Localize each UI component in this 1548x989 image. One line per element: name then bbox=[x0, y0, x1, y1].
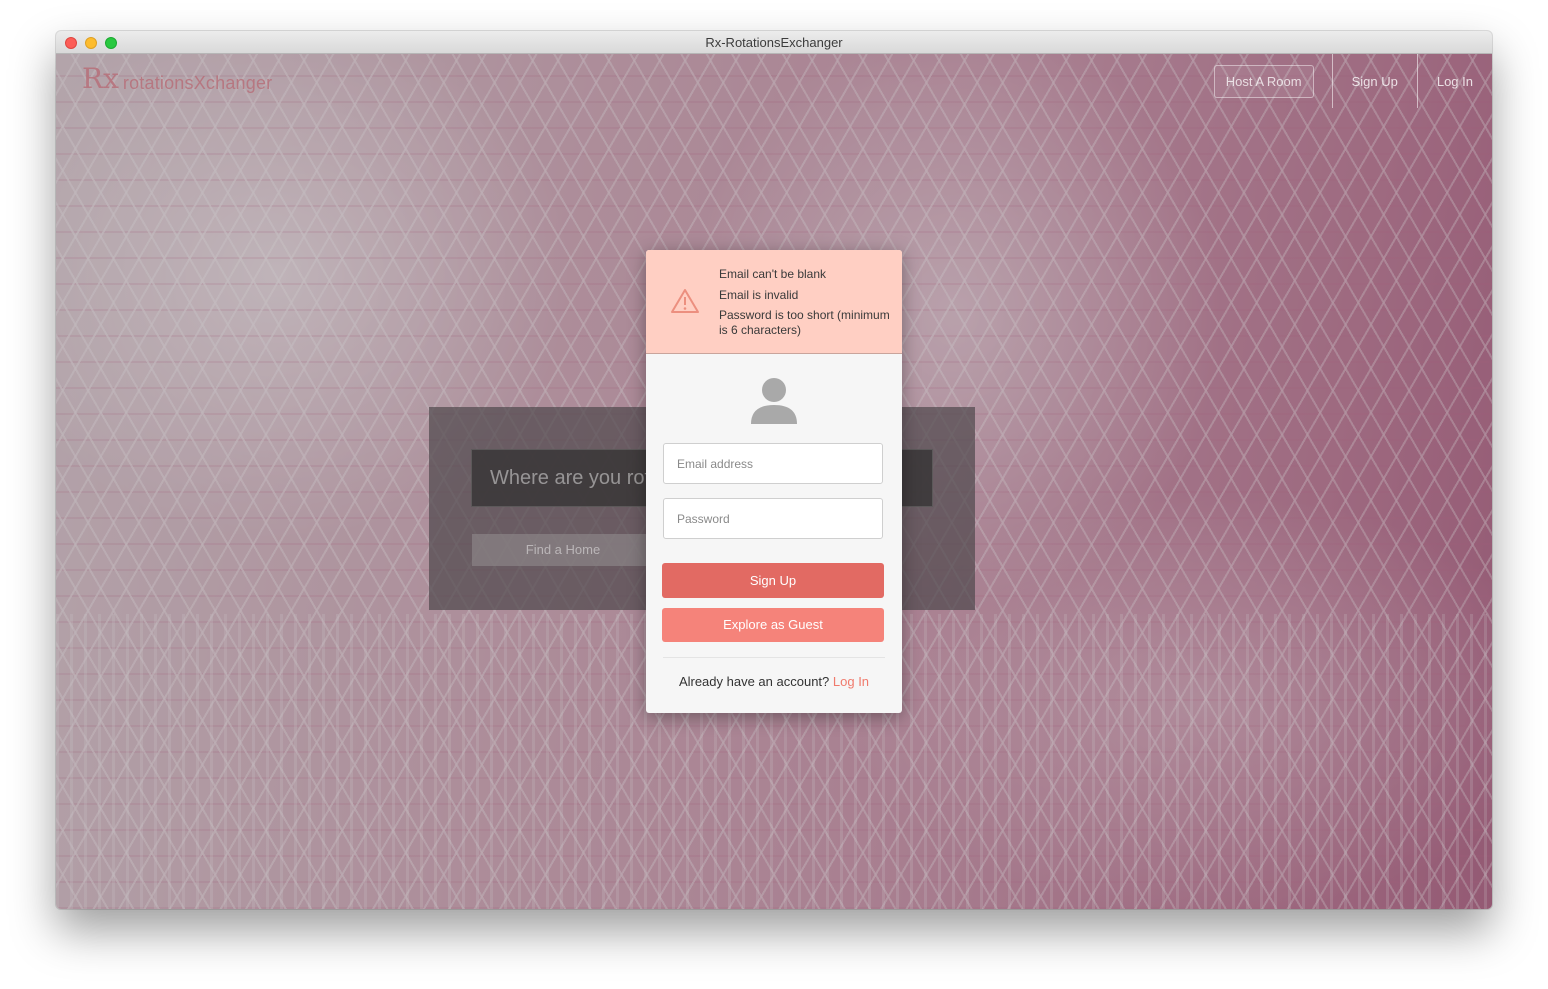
explore-as-guest-button[interactable]: Explore as Guest bbox=[662, 608, 884, 642]
error-message: Password is too short (minimum is 6 char… bbox=[719, 308, 890, 337]
signup-modal: Email can't be blank Email is invalid Pa… bbox=[646, 250, 902, 713]
error-message: Email is invalid bbox=[719, 287, 799, 302]
login-link[interactable]: Log In bbox=[833, 674, 869, 689]
user-avatar-icon bbox=[751, 378, 797, 424]
error-message: Email can't be blank bbox=[719, 267, 827, 281]
warning-icon bbox=[671, 289, 699, 313]
brand-logo[interactable]: Rx rotationsXchanger bbox=[82, 64, 272, 94]
find-home-button[interactable]: Find a Home bbox=[472, 534, 654, 566]
email-field[interactable] bbox=[663, 443, 883, 484]
top-nav: Host A Room Sign Up Log In bbox=[1213, 54, 1492, 108]
password-field[interactable] bbox=[663, 498, 883, 539]
nav-login-link[interactable]: Log In bbox=[1418, 74, 1492, 89]
error-alert: Email can't be blank Email is invalid Pa… bbox=[646, 250, 902, 354]
title-bar: Rx-RotationsExchanger bbox=[56, 31, 1492, 54]
nav-signup-link[interactable]: Sign Up bbox=[1333, 74, 1417, 89]
account-prompt-text: Already have an account? bbox=[678, 674, 830, 689]
login-prompt: Already have an account? Log In bbox=[646, 674, 902, 689]
signup-submit-button[interactable]: Sign Up bbox=[662, 563, 884, 598]
logo-text: rotationsXchanger bbox=[122, 73, 273, 93]
error-list: Email can't be blank Email is invalid Pa… bbox=[719, 267, 894, 344]
page-content: Rx rotationsXchanger Host A Room Sign Up… bbox=[56, 54, 1492, 909]
window-title: Rx-RotationsExchanger bbox=[705, 35, 843, 50]
modal-divider bbox=[663, 657, 885, 658]
app-window: Rx-RotationsExchanger Rx rotationsXchang… bbox=[56, 31, 1492, 909]
logo-mark: Rx bbox=[82, 62, 119, 95]
host-a-room-button[interactable]: Host A Room bbox=[1213, 64, 1314, 98]
